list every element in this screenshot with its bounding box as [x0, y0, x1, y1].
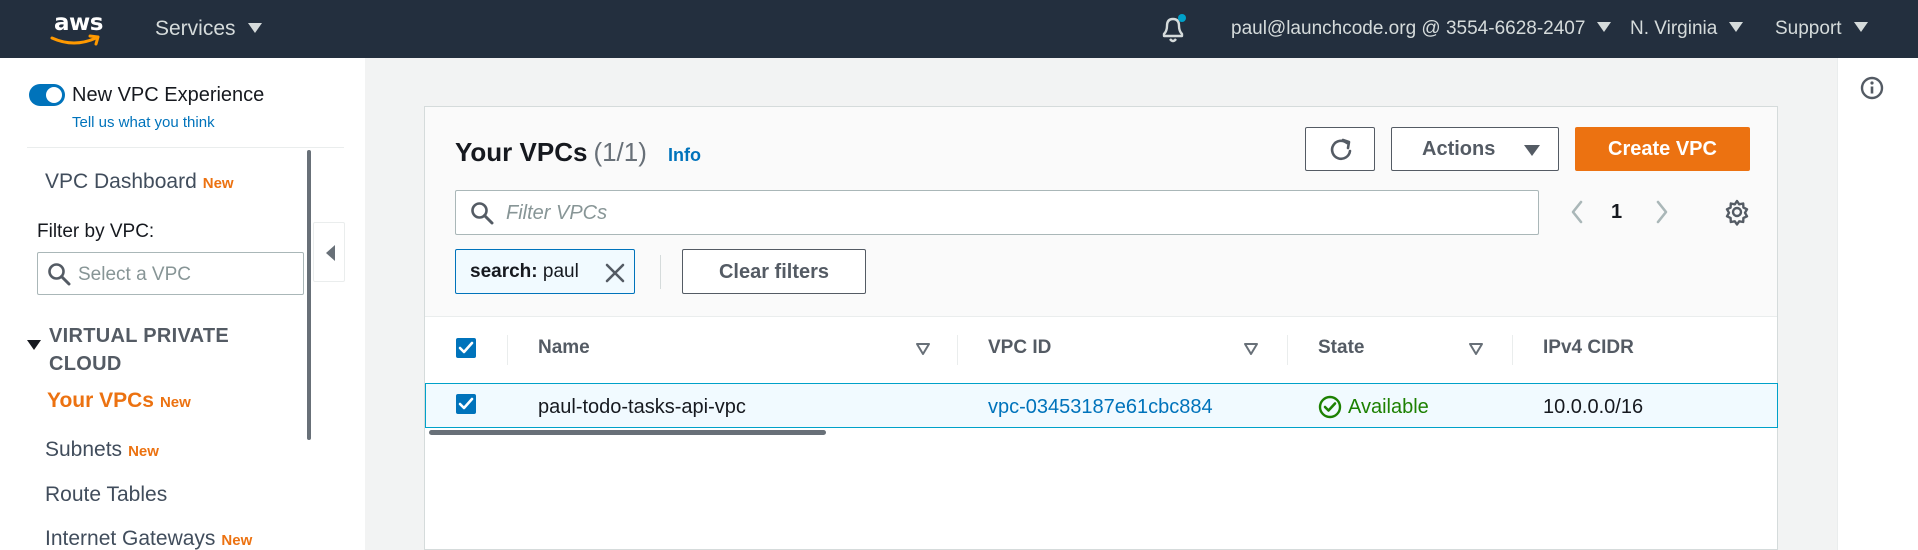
sidebar-collapse-button[interactable]	[313, 222, 345, 282]
account-menu[interactable]: paul@launchcode.org @ 3554-6628-2407	[1231, 18, 1612, 40]
region-menu[interactable]: N. Virginia	[1630, 18, 1744, 40]
sidebar: New VPC Experience Tell us what you thin…	[0, 58, 365, 550]
sidebar-item-vpc-dashboard[interactable]: VPC Dashboard New	[45, 170, 234, 194]
chevron-down-icon	[1597, 22, 1612, 32]
sidebar-nav: New VPC Experience Tell us what you thin…	[0, 58, 345, 550]
filter-token-value: paul	[542, 261, 579, 282]
column-divider	[1512, 335, 1513, 365]
filter-token-key: search:	[470, 261, 538, 282]
checkmark-icon	[458, 341, 474, 354]
vpc-filter-placeholder: Select a VPC	[78, 264, 191, 285]
filter-vpcs-input[interactable]	[506, 199, 1506, 227]
notifications-button[interactable]	[1158, 13, 1188, 45]
new-experience-toggle[interactable]	[29, 84, 65, 106]
chevron-left-icon[interactable]	[1569, 199, 1585, 225]
chevron-right-icon[interactable]	[1654, 199, 1670, 225]
chevron-down-icon	[1729, 22, 1744, 32]
sidebar-item-label: Subnets	[45, 438, 123, 461]
top-navigation-bar: aws Services paul@launchcode.org @ 3554-…	[0, 0, 1918, 58]
gear-icon[interactable]	[1723, 198, 1751, 226]
sidebar-item-label: VPC Dashboard	[45, 170, 197, 193]
horizontal-scrollbar[interactable]	[429, 430, 826, 435]
sidebar-item-label: Internet Gateways	[45, 527, 216, 550]
cell-state: Available	[1318, 395, 1429, 419]
vpc-count: (1/1)	[593, 137, 647, 167]
feedback-link[interactable]: Tell us what you think	[72, 114, 215, 131]
page-title: Your VPCs (1/1)	[455, 137, 647, 168]
sidebar-item-internet-gateways[interactable]: Internet Gateways New	[45, 527, 252, 550]
column-divider	[507, 335, 508, 365]
chevron-down-icon	[247, 23, 262, 33]
page-title-text: Your VPCs	[455, 137, 588, 167]
services-label: Services	[155, 17, 236, 40]
new-badge: New	[128, 443, 159, 460]
sidebar-scrollbar[interactable]	[307, 150, 311, 440]
support-label: Support	[1775, 18, 1842, 39]
aws-smile-icon	[50, 34, 100, 46]
column-divider	[1287, 335, 1288, 365]
actions-label: Actions	[1422, 138, 1496, 160]
sidebar-item-your-vpcs[interactable]: Your VPCs New	[47, 389, 191, 413]
state-label: Available	[1348, 396, 1429, 418]
account-label: paul@launchcode.org @ 3554-6628-2407	[1231, 18, 1586, 39]
cell-vpc-id-link[interactable]: vpc-03453187e61cbc884	[988, 396, 1213, 419]
new-badge: New	[159, 394, 191, 411]
column-header-ipv4-cidr[interactable]: IPv4 CIDR	[1543, 337, 1634, 359]
table-row[interactable]: paul-todo-tasks-api-vpc vpc-03453187e61c…	[425, 383, 1778, 428]
sort-icon[interactable]	[1468, 342, 1484, 356]
page-number[interactable]: 1	[1611, 201, 1622, 224]
caret-down-icon	[1524, 145, 1540, 156]
sidebar-item-route-tables[interactable]: Route Tables	[45, 483, 167, 507]
services-menu[interactable]: Services	[155, 17, 262, 41]
clear-filters-label: Clear filters	[718, 261, 830, 283]
select-all-checkbox[interactable]	[456, 338, 476, 358]
new-badge: New	[221, 532, 253, 549]
sort-icon[interactable]	[915, 342, 931, 356]
vpc-filter-select[interactable]: Select a VPC	[37, 252, 304, 295]
new-experience-label: New VPC Experience	[72, 84, 265, 106]
search-icon	[48, 263, 71, 286]
row-checkbox[interactable]	[456, 394, 476, 414]
aws-logo-text: aws	[54, 10, 103, 36]
refresh-icon	[1330, 138, 1352, 161]
column-divider	[957, 335, 958, 365]
region-label: N. Virginia	[1630, 18, 1718, 39]
cell-name: paul-todo-tasks-api-vpc	[538, 396, 746, 418]
new-badge: New	[202, 175, 234, 192]
filter-vpcs-field[interactable]	[455, 190, 1539, 235]
close-icon[interactable]	[604, 262, 626, 284]
bell-icon	[1162, 14, 1186, 43]
column-header-name[interactable]: Name	[538, 337, 590, 359]
create-vpc-button[interactable]: Create VPC	[1575, 127, 1750, 171]
filter-token-label: search: paul	[470, 261, 579, 283]
sidebar-item-label: Route Tables	[45, 483, 168, 506]
refresh-button[interactable]	[1305, 127, 1375, 171]
vpcs-table-container: Your VPCs(1/1) Info Actions Create VPC	[424, 106, 1778, 550]
search-icon	[471, 202, 494, 225]
clear-filters-button[interactable]: Clear filters	[682, 249, 866, 294]
caret-down-icon[interactable]	[27, 340, 41, 350]
column-header-vpc-id[interactable]: VPC ID	[988, 337, 1051, 359]
info-link[interactable]: Info	[668, 145, 701, 166]
chevron-down-icon	[1853, 22, 1868, 32]
checkmark-icon	[458, 397, 474, 410]
help-panel	[1837, 58, 1918, 550]
aws-logo[interactable]: aws	[50, 10, 110, 48]
table-header-area: Your VPCs(1/1) Info Actions Create VPC	[425, 107, 1777, 317]
column-header-state[interactable]: State	[1318, 337, 1364, 359]
sort-icon[interactable]	[1243, 342, 1259, 356]
filter-token: search: paul	[455, 249, 635, 294]
sidebar-item-label: Your VPCs	[47, 389, 154, 412]
cell-ipv4-cidr: 10.0.0.0/16	[1543, 396, 1644, 418]
divider	[660, 255, 661, 289]
status-success-icon	[1318, 395, 1342, 419]
sidebar-item-subnets[interactable]: Subnets New	[45, 438, 159, 462]
create-vpc-label: Create VPC	[1608, 138, 1717, 160]
filter-by-vpc-label: Filter by VPC:	[37, 221, 155, 242]
support-menu[interactable]: Support	[1775, 18, 1868, 40]
new-experience-box: New VPC Experience Tell us what you thin…	[27, 82, 344, 148]
info-icon[interactable]	[1860, 76, 1884, 100]
actions-button[interactable]: Actions	[1391, 127, 1559, 171]
section-title-virtual-private-cloud[interactable]: VIRTUAL PRIVATE CLOUD	[49, 322, 289, 378]
